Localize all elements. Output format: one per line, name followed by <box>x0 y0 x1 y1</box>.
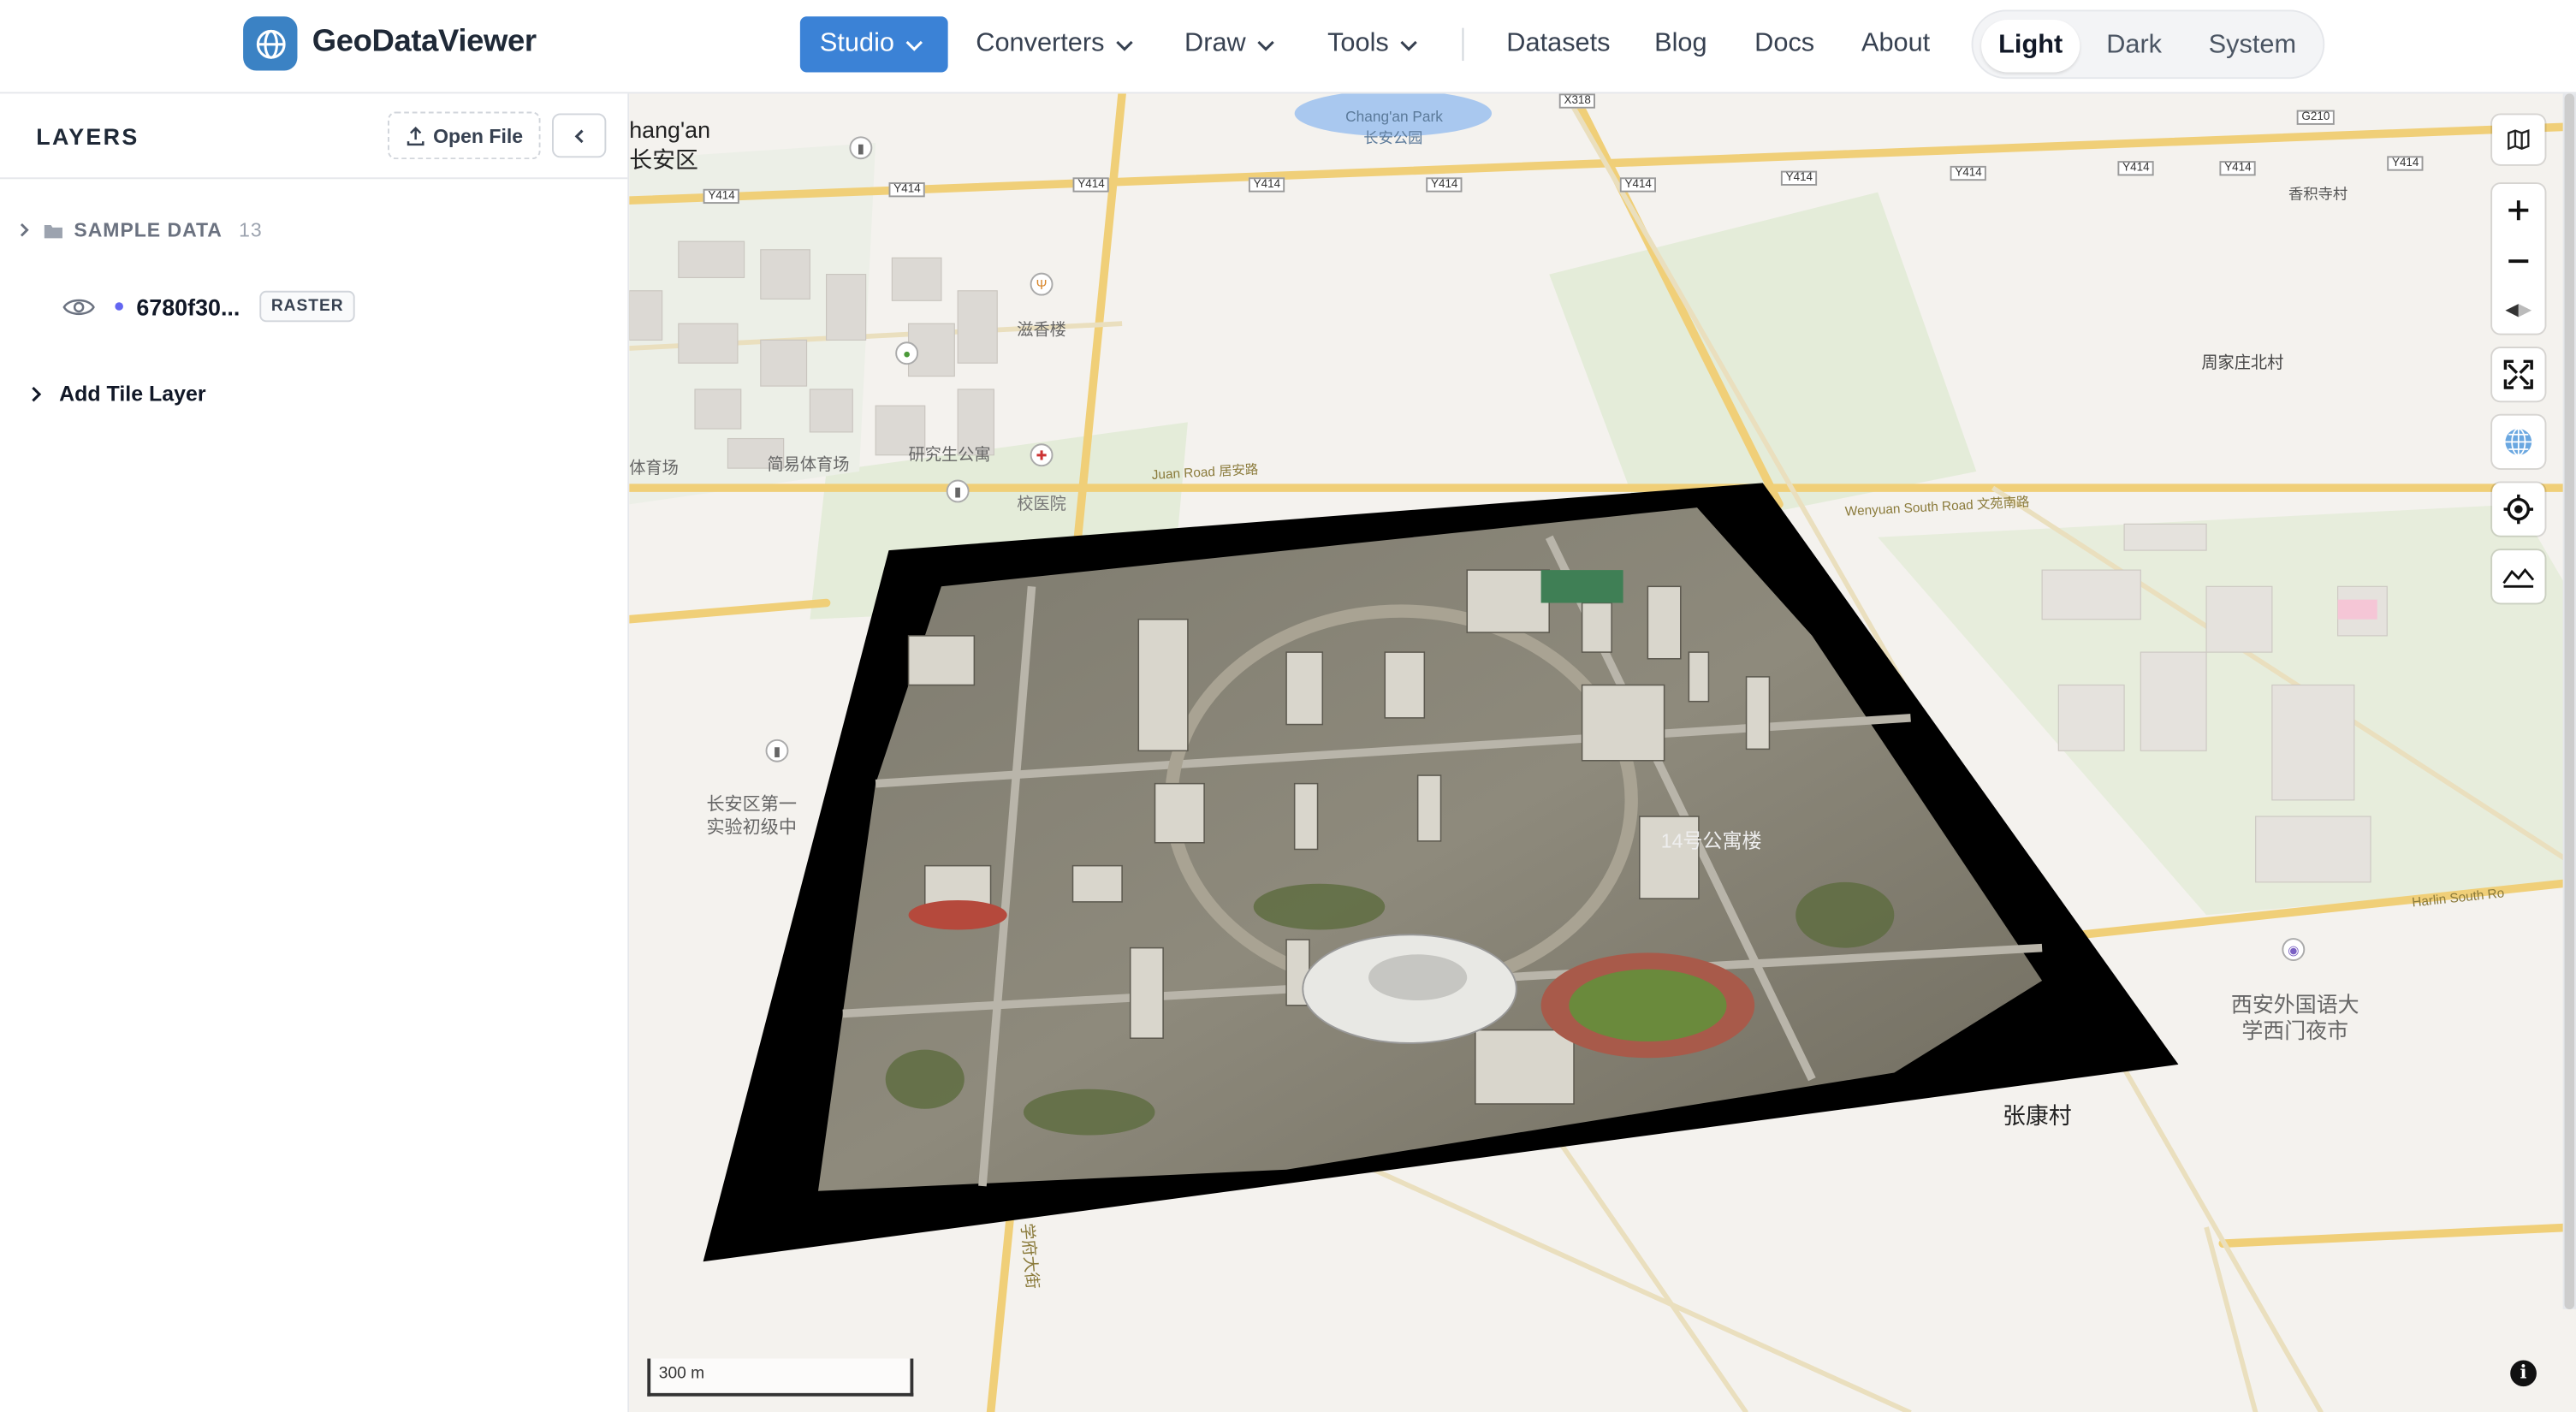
basemap-toggle-button[interactable] <box>2492 115 2545 164</box>
terrain-icon <box>2502 567 2535 588</box>
chevron-down-icon <box>1116 39 1134 50</box>
layer-item[interactable]: 6780f30... RASTER <box>62 290 356 323</box>
theme-dark-button[interactable]: Dark <box>2088 20 2181 72</box>
map-canvas[interactable]: hang'an 长安区 Chang'an Park 长安公园 香积寺村 周家庄北… <box>629 93 2576 1412</box>
folder-icon <box>44 224 62 238</box>
nav-tools-button[interactable]: Tools <box>1327 16 1420 72</box>
nav-studio-label: Studio <box>819 29 895 58</box>
globe-projection-button[interactable] <box>2492 415 2545 469</box>
group-count: 13 <box>239 218 263 242</box>
group-label: SAMPLE DATA <box>74 218 223 242</box>
layers-sidebar: LAYERS Open File SAMPLE DATA 13 6780f30.… <box>0 93 630 1412</box>
attribution-info-icon[interactable]: i <box>2510 1360 2537 1387</box>
road-shield: Y414 <box>888 182 926 198</box>
map-label-district-cn: 长安区 <box>629 145 698 173</box>
map-label-zhangkang: 张康村 <box>2003 1102 2072 1129</box>
chevron-right-icon <box>20 223 29 237</box>
compass-icon[interactable] <box>2504 302 2534 318</box>
scale-bar: 300 m <box>647 1358 914 1397</box>
toilet-poi-icon[interactable]: ▮ <box>849 136 873 160</box>
collapse-sidebar-button[interactable] <box>551 113 607 158</box>
restaurant-poi-icon[interactable]: Ψ <box>1030 272 1054 296</box>
layer-group-sample-data[interactable]: SAMPLE DATA 13 <box>16 218 262 241</box>
zoom-out-icon[interactable] <box>2507 251 2530 274</box>
add-tile-layer-label: Add Tile Layer <box>59 381 206 406</box>
road-shield: G210 <box>2296 110 2336 125</box>
road-shield: Y414 <box>2117 161 2155 176</box>
map-label-district: hang'an <box>629 116 711 144</box>
map-label-park-en: Chang'an Park <box>1345 108 1443 125</box>
terrain-button[interactable] <box>2492 550 2545 603</box>
layer-color-dot <box>115 302 123 311</box>
nav-draw-button[interactable]: Draw <box>1184 16 1277 72</box>
nav-studio-button[interactable]: Studio <box>799 16 948 73</box>
basemap <box>629 93 2576 1412</box>
geolocate-button[interactable] <box>2492 483 2545 536</box>
chevron-down-icon <box>906 39 923 50</box>
fullscreen-icon <box>2503 359 2533 389</box>
theme-system-button[interactable]: System <box>2192 20 2313 72</box>
nav-divider <box>1462 27 1464 62</box>
road-shield: Y414 <box>1619 177 1657 193</box>
open-file-button[interactable]: Open File <box>388 111 541 160</box>
road-shield: Y414 <box>1248 177 1285 193</box>
map-label-night-market: 西安外国语大 学西门夜市 <box>2230 992 2359 1043</box>
road-shield: Y414 <box>1072 177 1110 193</box>
upload-icon <box>407 126 424 145</box>
nav-converters-button[interactable]: Converters <box>976 16 1136 72</box>
shopping-cart-poi-icon[interactable]: ◉ <box>2282 938 2306 961</box>
fullscreen-button[interactable] <box>2492 347 2545 401</box>
toilet-poi-icon[interactable]: ▮ <box>946 479 970 503</box>
map-label-building14: 14号公寓楼 <box>1660 829 1762 853</box>
app-name[interactable]: GeoDataViewer <box>312 25 537 61</box>
map-label-school: 长安区第一 实验初级中 <box>706 795 798 839</box>
nav-datasets-link[interactable]: Datasets <box>1506 16 1610 72</box>
road-shield: Y414 <box>2387 156 2425 171</box>
road-shield: Y414 <box>1950 165 1987 181</box>
road-shield: X318 <box>1558 93 1596 109</box>
map-scrollbar-thumb[interactable] <box>2564 93 2575 1309</box>
map-icon <box>2508 128 2530 151</box>
layer-type-badge: RASTER <box>259 290 356 323</box>
map-label-xiangji: 香积寺村 <box>2288 185 2348 203</box>
nav-about-link[interactable]: About <box>1861 16 1930 72</box>
globe-icon <box>2505 428 2532 456</box>
nav-converters-label: Converters <box>976 29 1105 58</box>
theme-switcher: Light Dark System <box>1971 9 2325 80</box>
map-label-zhoujia: 周家庄北村 <box>2201 354 2284 373</box>
navigation-control <box>2492 183 2545 334</box>
globe-logo-icon[interactable] <box>243 16 298 71</box>
chevron-down-icon <box>1401 39 1418 50</box>
chevron-left-icon <box>573 128 583 143</box>
locate-icon <box>2503 494 2534 525</box>
road-shield: Y414 <box>1780 170 1818 186</box>
open-file-label: Open File <box>433 123 524 147</box>
road-shield: Y414 <box>2219 161 2257 176</box>
add-tile-layer-button[interactable]: Add Tile Layer <box>27 381 206 406</box>
map-label-hospital: 校医院 <box>1017 495 1066 514</box>
nav-docs-link[interactable]: Docs <box>1754 16 1814 72</box>
sidebar-title: LAYERS <box>36 122 139 150</box>
map-label-gym2: 体育场 <box>629 460 679 478</box>
sidebar-header: LAYERS Open File <box>0 93 628 180</box>
nav-tools-label: Tools <box>1327 29 1389 58</box>
map-label-gym: 简易体育场 <box>767 456 850 475</box>
map-label-park-cn: 长安公园 <box>1363 129 1423 146</box>
map-label-grad-apartments: 研究生公寓 <box>908 447 991 466</box>
road-shield: Y414 <box>1426 177 1463 193</box>
nav-blog-link[interactable]: Blog <box>1654 16 1706 72</box>
map-label-dining: 滋香楼 <box>1017 322 1066 341</box>
eye-icon[interactable] <box>62 295 95 318</box>
top-navbar: GeoDataViewer Studio Converters Draw Too… <box>0 0 2576 94</box>
zoom-in-icon[interactable] <box>2507 199 2530 222</box>
tree-poi-icon[interactable]: ● <box>895 341 919 365</box>
chevron-down-icon <box>1258 39 1275 50</box>
chevron-right-icon <box>32 385 42 401</box>
nav-draw-label: Draw <box>1184 29 1246 58</box>
theme-light-button[interactable]: Light <box>1981 20 2080 73</box>
hospital-poi-icon[interactable]: ✚ <box>1030 443 1054 467</box>
layer-name: 6780f30... <box>136 293 240 320</box>
road-shield: Y414 <box>703 188 740 205</box>
toilet-poi-icon[interactable]: ▮ <box>765 739 789 762</box>
